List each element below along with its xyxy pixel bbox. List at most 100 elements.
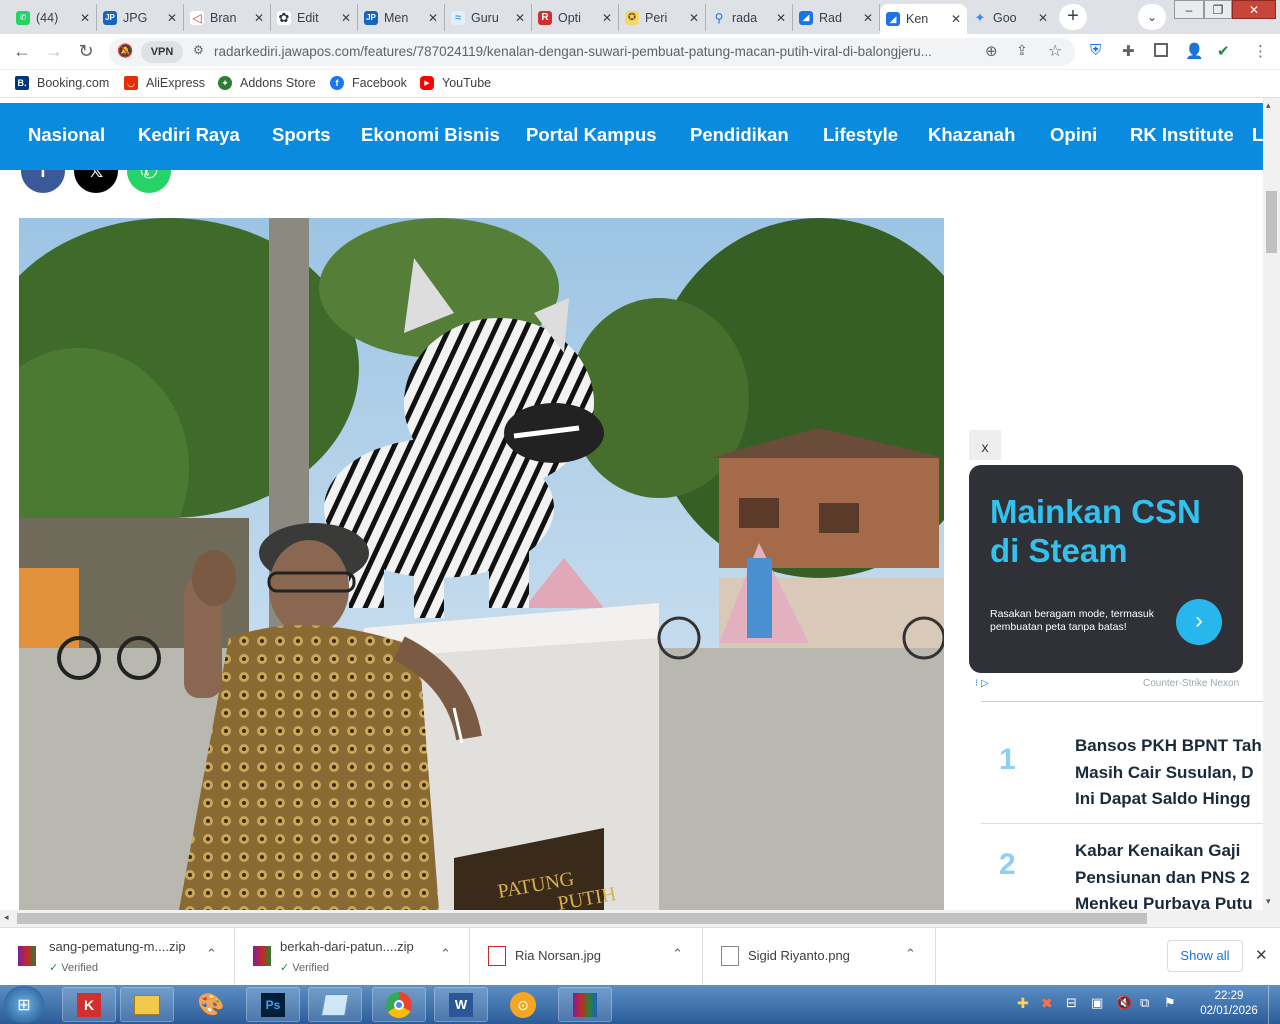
nav-nasional[interactable]: Nasional [28,124,105,146]
close-tab-icon[interactable]: ✕ [167,11,177,25]
close-tab-icon[interactable]: ✕ [951,12,961,26]
taskbar-app-vpn[interactable]: ⊙ [496,987,550,1022]
ad-close-button[interactable]: x [969,430,1001,460]
browser-tab[interactable]: ◁ Bran ✕ [184,4,271,31]
bookmark-facebook[interactable]: f Facebook [330,76,407,90]
taskbar-app-chrome[interactable] [372,987,426,1022]
nav-opini[interactable]: Opini [1050,124,1097,146]
download-options-icon[interactable]: ⌃ [905,946,916,962]
tray-display-icon[interactable]: ⧉ [1140,995,1149,1011]
close-tab-icon[interactable]: ✕ [776,11,786,25]
browser-tab[interactable]: ✆ (44) ✕ [10,4,97,31]
tray-plus-icon[interactable]: ✚ [1017,995,1029,1012]
scroll-up-arrow-icon[interactable]: ▴ [1266,100,1271,111]
tray-network-icon[interactable]: ⊟ [1066,995,1077,1011]
popular-title[interactable]: Kabar Kenaikan Gaji Pensiunan dan PNS 2 … [1075,838,1263,910]
tray-monitor-icon[interactable]: ▣ [1091,995,1103,1011]
nav-more[interactable]: Le [1252,124,1263,146]
tray-volume-icon[interactable]: 🔇 [1116,995,1132,1011]
start-button[interactable]: ⊞ [4,986,44,1023]
close-tab-icon[interactable]: ✕ [341,11,351,25]
taskbar-app-explorer[interactable] [120,987,174,1022]
close-window-button[interactable]: ✕ [1232,0,1276,19]
show-desktop-button[interactable] [1268,985,1280,1024]
close-tab-icon[interactable]: ✕ [428,11,438,25]
nav-khazanah[interactable]: Khazanah [928,124,1015,146]
horizontal-scrollbar[interactable]: ◂ [0,910,1280,927]
close-tab-icon[interactable]: ✕ [515,11,525,25]
maximize-button[interactable]: ❐ [1204,0,1232,19]
browser-tab[interactable]: ≈ Guru ✕ [445,4,532,31]
bookmark-aliexpress[interactable]: ◡ AliExpress [124,76,205,90]
browser-tab[interactable]: JP Men ✕ [358,4,445,31]
tray-flag-icon[interactable]: ⚑ [1164,995,1176,1011]
taskbar-app-paint[interactable]: 🎨 [184,987,238,1022]
download-options-icon[interactable]: ⌃ [672,946,683,962]
download-options-icon[interactable]: ⌃ [206,946,217,962]
zoom-icon[interactable]: ⊕ [985,42,998,60]
forward-button[interactable]: → [42,40,66,64]
ad-choices-icon[interactable]: ⁝ ▷ [975,678,989,689]
close-tab-icon[interactable]: ✕ [1038,11,1048,25]
popular-title[interactable]: Bansos PKH BPNT Tah Masih Cair Susulan, … [1075,733,1263,813]
taskbar-app-winrar[interactable] [558,987,612,1022]
site-info-icon[interactable]: ⚙ [193,43,204,57]
nav-kediri-raya[interactable]: Kediri Raya [138,124,240,146]
nav-ekonomi-bisnis[interactable]: Ekonomi Bisnis [361,124,500,146]
nav-sports[interactable]: Sports [272,124,331,146]
scroll-down-arrow-icon[interactable]: ▾ [1266,896,1271,907]
security-extension-icon[interactable]: ✔ [1217,42,1230,60]
browser-tab[interactable]: ◢ Rad ✕ [793,4,880,31]
close-tab-icon[interactable]: ✕ [80,11,90,25]
download-item[interactable]: Sigid Riyanto.png ⌃ [703,928,936,986]
extensions-icon[interactable]: ✚ [1122,42,1135,60]
browser-tab-active[interactable]: ◢ Ken ✕ [880,4,967,34]
download-item[interactable]: berkah-dari-patun....zip ✓ Verified ⌃ [235,928,470,986]
new-tab-button[interactable]: + [1059,4,1087,30]
browser-tab[interactable]: ✦ Goo ✕ [967,4,1054,31]
share-icon[interactable]: ⇪ [1016,42,1028,59]
bookmark-addons[interactable]: ✦ Addons Store [218,76,316,90]
show-all-downloads-button[interactable]: Show all [1167,940,1243,972]
taskbar-app-notes[interactable] [308,987,362,1022]
scroll-left-arrow-icon[interactable]: ◂ [4,912,9,923]
browser-tab[interactable]: ✪ Peri ✕ [619,4,706,31]
browser-tab[interactable]: R Opti ✕ [532,4,619,31]
nav-rk-institute[interactable]: RK Institute [1130,124,1234,146]
taskbar-app-kingsoft[interactable]: K [62,987,116,1022]
advertisement-card[interactable]: Mainkan CSN di Steam Rasakan beragam mode… [969,465,1243,673]
nav-portal-kampus[interactable]: Portal Kampus [526,124,657,146]
vpn-badge[interactable]: VPN [141,41,183,63]
url-text[interactable]: radarkediri.jawapos.com/features/7870241… [214,44,974,59]
download-options-icon[interactable]: ⌃ [440,946,451,962]
bookmark-star-icon[interactable]: ☆ [1048,41,1062,61]
vertical-scroll-thumb[interactable] [1266,191,1277,253]
bookmark-youtube[interactable]: ▶ YouTube [420,76,491,90]
reload-button[interactable]: ↻ [74,40,98,64]
minimize-button[interactable]: ‒ [1174,0,1204,19]
tab-search-button[interactable]: ⌄ [1138,4,1166,30]
menu-icon[interactable]: ⋮ [1253,42,1268,60]
bookmark-booking[interactable]: B. Booking.com [15,76,109,90]
browser-tab[interactable]: JP JPG ✕ [97,4,184,31]
browser-tab[interactable]: ⚲ rada ✕ [706,4,793,31]
download-item[interactable]: sang-pematung-m....zip ✓ Verified ⌃ [0,928,235,986]
back-button[interactable]: ← [10,40,34,64]
close-downloads-icon[interactable]: ✕ [1255,946,1268,964]
ad-arrow-button[interactable]: › [1176,599,1222,645]
popular-item[interactable]: 1 Bansos PKH BPNT Tah Masih Cair Susulan… [981,721,1263,824]
close-tab-icon[interactable]: ✕ [602,11,612,25]
address-bar[interactable]: 🔕 VPN ⚙ radarkediri.jawapos.com/features… [109,38,1075,66]
vertical-scrollbar[interactable]: ▴ ▾ [1263,98,1280,910]
tray-security-icon[interactable]: ✖ [1041,995,1053,1012]
taskbar-clock[interactable]: 22:29 02/01/2026 [1195,989,1263,1019]
taskbar-app-word[interactable]: W [434,987,488,1022]
popular-item[interactable]: 2 Kabar Kenaikan Gaji Pensiunan dan PNS … [981,826,1263,910]
close-tab-icon[interactable]: ✕ [863,11,873,25]
profile-icon[interactable]: 👤 [1185,42,1204,60]
taskbar-app-photoshop[interactable]: Ps [246,987,300,1022]
browser-tab[interactable]: ✿ Edit ✕ [271,4,358,31]
mute-icon[interactable]: 🔕 [117,43,133,59]
close-tab-icon[interactable]: ✕ [254,11,264,25]
shield-extension-icon[interactable]: ⛨ [1090,42,1101,59]
